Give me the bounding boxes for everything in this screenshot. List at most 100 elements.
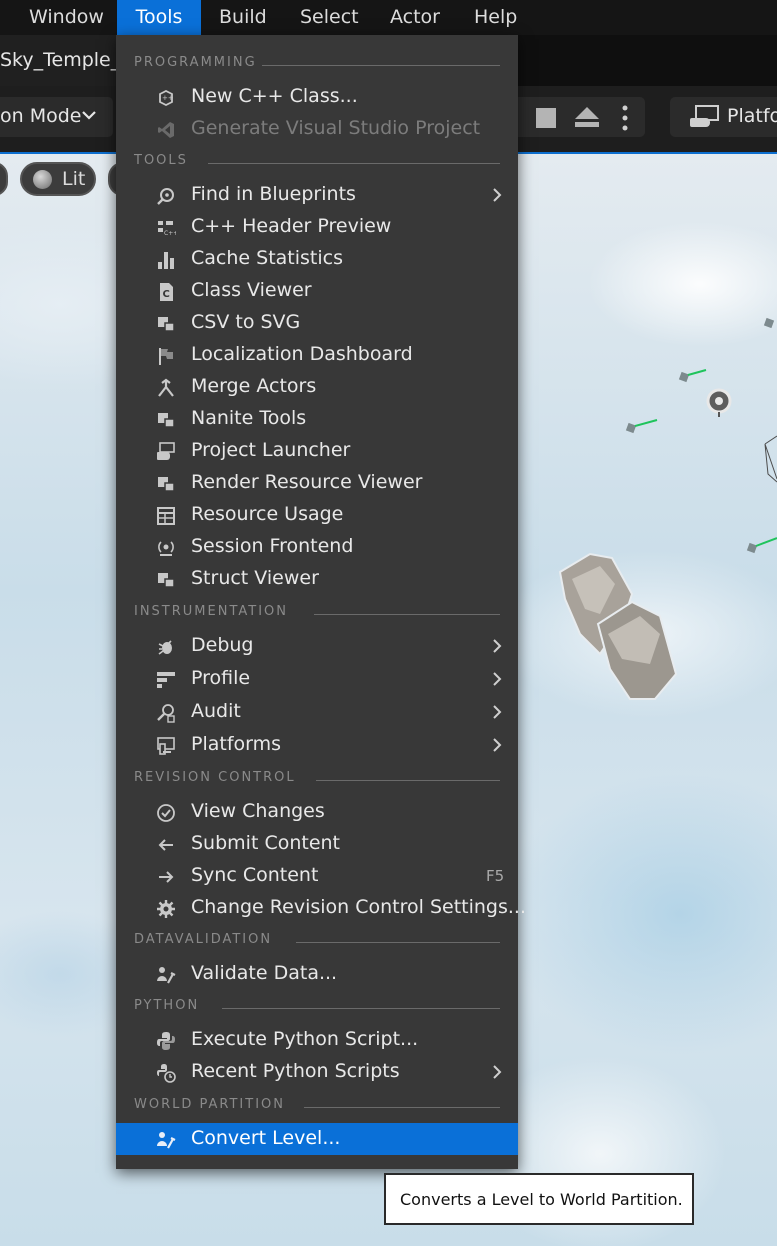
section-label: REVISION CONTROL bbox=[134, 770, 296, 785]
arrow-left-icon bbox=[158, 839, 173, 851]
menu-item-execute-python-script[interactable]: Execute Python Script... bbox=[116, 1024, 518, 1056]
menu-item-platforms[interactable]: Platforms bbox=[116, 729, 518, 761]
platforms-button[interactable]: Platfo bbox=[670, 97, 777, 137]
menu-window[interactable]: Window bbox=[29, 0, 104, 35]
class-viewer-icon: C bbox=[160, 283, 173, 301]
chevron-right-icon bbox=[493, 1065, 502, 1079]
menu-item-convert-level[interactable]: Convert Level... bbox=[116, 1123, 518, 1155]
menu-item-validate-data[interactable]: Validate Data... bbox=[116, 958, 518, 990]
menu-item-generate-vs-project: Generate Visual Studio Project bbox=[116, 113, 518, 145]
menu-item-find-in-blueprints[interactable]: Find in Blueprints bbox=[116, 179, 518, 211]
menu-item-cpp-header-preview[interactable]: C++ C++ Header Preview bbox=[116, 211, 518, 243]
arrow-right-icon bbox=[159, 871, 174, 883]
actor-gizmo[interactable] bbox=[625, 419, 658, 434]
bar-chart-icon bbox=[158, 252, 174, 269]
audit-icon bbox=[157, 704, 175, 723]
menu-item-merge-actors[interactable]: Merge Actors bbox=[116, 371, 518, 403]
menu-item-resource-usage[interactable]: Resource Usage bbox=[116, 499, 518, 531]
section-divider bbox=[222, 1008, 500, 1009]
mode-selector-button[interactable]: on Mode bbox=[0, 97, 113, 137]
section-divider bbox=[304, 1107, 500, 1108]
eject-icon[interactable] bbox=[574, 106, 600, 128]
cpp-class-icon: ++ bbox=[159, 89, 174, 107]
menu-build[interactable]: Build bbox=[219, 0, 267, 35]
menu-select[interactable]: Select bbox=[300, 0, 359, 35]
more-options-icon[interactable] bbox=[622, 105, 628, 131]
table-icon bbox=[157, 507, 175, 525]
menu-item-revision-control-settings[interactable]: Change Revision Control Settings... bbox=[116, 892, 526, 924]
section-label: PROGRAMMING bbox=[134, 55, 257, 70]
profile-icon bbox=[157, 672, 175, 688]
light-actor-icon[interactable] bbox=[706, 388, 732, 417]
mode-selector-label: on Mode bbox=[0, 105, 82, 127]
rock-mesh[interactable] bbox=[558, 552, 678, 700]
section-datavalidation: DATAVALIDATION bbox=[116, 932, 518, 952]
menu-item-debug[interactable]: Debug bbox=[116, 630, 518, 662]
launcher-icon bbox=[157, 442, 175, 460]
actor-gizmo[interactable] bbox=[763, 317, 775, 329]
chevron-right-icon bbox=[493, 672, 502, 686]
menu-item-new-cpp-class[interactable]: ++ New C++ Class... bbox=[116, 81, 518, 113]
shortcut-label: F5 bbox=[486, 867, 505, 885]
python-recent-icon bbox=[157, 1064, 176, 1083]
level-tab[interactable]: Sky_Temple_D bbox=[0, 35, 135, 86]
menu-tools[interactable]: Tools bbox=[117, 0, 201, 35]
chevron-down-icon bbox=[82, 111, 96, 120]
section-divider bbox=[262, 65, 500, 66]
svg-text:C++: C++ bbox=[164, 230, 176, 237]
menu-item-nanite-tools[interactable]: Nanite Tools bbox=[116, 403, 518, 435]
menu-item-submit-content[interactable]: Submit Content bbox=[116, 828, 518, 860]
actor-gizmo[interactable] bbox=[678, 369, 707, 383]
check-circle-icon bbox=[157, 804, 175, 822]
menu-item-audit[interactable]: Audit bbox=[116, 696, 518, 728]
tooltip: Converts a Level to World Partition. bbox=[384, 1173, 694, 1225]
level-tab-title: Sky_Temple_D bbox=[0, 49, 135, 71]
menu-item-render-resource-viewer[interactable]: Render Resource Viewer bbox=[116, 467, 518, 499]
section-label: INSTRUMENTATION bbox=[134, 604, 289, 619]
tooltip-text: Converts a Level to World Partition. bbox=[400, 1190, 683, 1209]
menu-item-sync-content[interactable]: Sync Content F5 bbox=[116, 860, 518, 892]
play-controls bbox=[518, 97, 645, 137]
tabs-icon bbox=[158, 573, 175, 588]
section-divider bbox=[296, 942, 500, 943]
menu-item-localization-dashboard[interactable]: Localization Dashboard bbox=[116, 339, 518, 371]
menu-item-view-changes[interactable]: View Changes bbox=[116, 796, 518, 828]
broadcast-icon bbox=[158, 541, 174, 556]
svg-text:C: C bbox=[163, 289, 170, 300]
menu-help[interactable]: Help bbox=[474, 0, 517, 35]
merge-icon bbox=[158, 378, 174, 397]
actor-gizmo[interactable] bbox=[746, 537, 777, 554]
tabs-icon bbox=[158, 317, 175, 332]
section-programming: PROGRAMMING bbox=[116, 55, 518, 75]
bounds-lines bbox=[764, 435, 777, 483]
menu-item-struct-viewer[interactable]: Struct Viewer bbox=[116, 563, 518, 595]
section-revision-control: REVISION CONTROL bbox=[116, 770, 518, 790]
chevron-right-icon bbox=[493, 738, 502, 752]
menu-actor[interactable]: Actor bbox=[390, 0, 440, 35]
find-in-blueprints-icon bbox=[157, 188, 174, 205]
visual-studio-icon bbox=[158, 122, 174, 138]
section-label: TOOLS bbox=[134, 153, 188, 168]
menu-item-class-viewer[interactable]: C Class Viewer bbox=[116, 275, 518, 307]
section-instrumentation: INSTRUMENTATION bbox=[116, 604, 518, 624]
menu-item-cache-statistics[interactable]: Cache Statistics bbox=[116, 243, 518, 275]
python-icon bbox=[157, 1032, 175, 1050]
section-world-partition: WORLD PARTITION bbox=[116, 1097, 518, 1117]
section-python: PYTHON bbox=[116, 998, 518, 1018]
svg-text:++: ++ bbox=[162, 94, 174, 102]
tabs-icon bbox=[158, 413, 175, 428]
platforms-label: Platfo bbox=[727, 105, 777, 127]
stop-icon[interactable] bbox=[536, 108, 556, 128]
menu-item-session-frontend[interactable]: Session Frontend bbox=[116, 531, 518, 563]
chevron-right-icon bbox=[493, 639, 502, 653]
platforms-icon bbox=[690, 105, 719, 127]
tabs-icon bbox=[158, 477, 175, 492]
menu-item-csv-to-svg[interactable]: CSV to SVG bbox=[116, 307, 518, 339]
platforms-icon bbox=[157, 737, 175, 755]
convert-level-icon bbox=[157, 1132, 176, 1149]
menu-item-profile[interactable]: Profile bbox=[116, 663, 518, 695]
menu-item-project-launcher[interactable]: Project Launcher bbox=[116, 435, 518, 467]
section-tools: TOOLS bbox=[116, 153, 518, 173]
menu-item-recent-python-scripts[interactable]: Recent Python Scripts bbox=[116, 1056, 518, 1088]
section-label: WORLD PARTITION bbox=[134, 1097, 285, 1112]
